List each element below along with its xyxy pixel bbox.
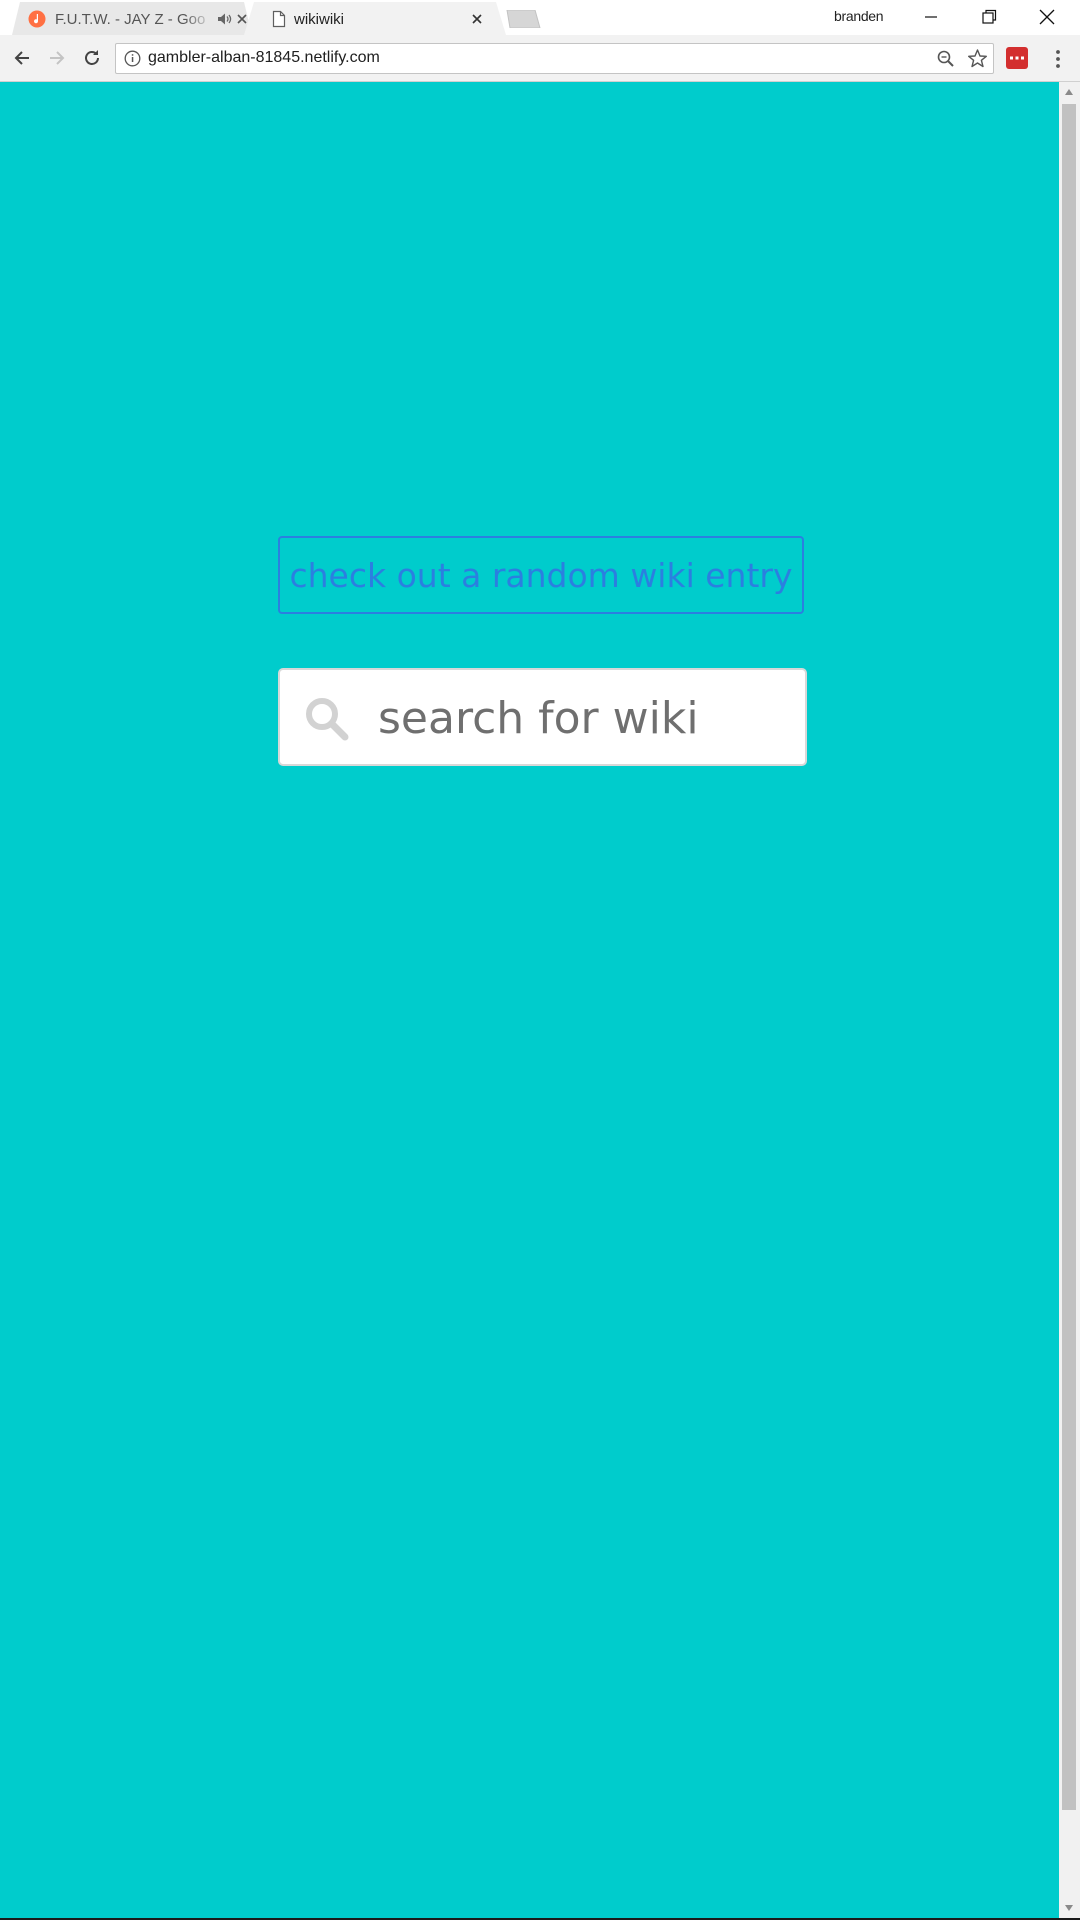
tab-title: F.U.T.W. - JAY Z - Goo (55, 11, 206, 28)
zoom-icon[interactable] (936, 49, 956, 69)
new-tab-button[interactable] (503, 10, 541, 28)
random-wiki-button[interactable]: check out a random wiki entry (278, 536, 804, 614)
music-icon (28, 10, 46, 28)
close-window-icon[interactable] (1036, 6, 1058, 28)
minimize-icon[interactable] (920, 6, 942, 28)
scrollbar-thumb[interactable] (1062, 104, 1076, 1810)
search-icon (306, 698, 349, 741)
tab-music[interactable]: F.U.T.W. - JAY Z - Goo (12, 2, 252, 35)
browser-menu-icon[interactable] (1052, 47, 1064, 71)
profile-name[interactable]: branden (834, 8, 884, 24)
password-extension-icon[interactable] (1006, 47, 1028, 69)
search-input[interactable] (378, 688, 788, 748)
address-bar[interactable]: gambler-alban-81845.netlify.com (115, 43, 994, 74)
tab-title: wikiwiki (294, 11, 344, 28)
scroll-up-arrow-icon[interactable] (1064, 88, 1074, 96)
page-viewport: check out a random wiki entry (0, 82, 1059, 1918)
tab-wikiwiki[interactable]: wikiwiki (244, 2, 506, 35)
scroll-down-arrow-icon[interactable] (1064, 1904, 1074, 1912)
speaker-icon[interactable] (217, 12, 232, 26)
forward-icon[interactable] (46, 47, 68, 69)
vertical-scrollbar[interactable] (1059, 82, 1080, 1918)
url-text[interactable]: gambler-alban-81845.netlify.com (148, 49, 380, 67)
browser-toolbar: gambler-alban-81845.netlify.com (0, 35, 1080, 82)
tab-strip: F.U.T.W. - JAY Z - Goo wikiwiki branden (0, 0, 1080, 35)
close-tab-icon[interactable] (468, 10, 486, 28)
restore-icon[interactable] (978, 6, 1000, 28)
page-icon (272, 10, 286, 28)
reload-icon[interactable] (81, 47, 103, 69)
back-icon[interactable] (11, 47, 33, 69)
ellipsis-icon (1010, 56, 1024, 60)
search-box[interactable] (278, 668, 807, 766)
info-icon[interactable] (124, 50, 141, 67)
bookmark-star-icon[interactable] (967, 48, 988, 69)
